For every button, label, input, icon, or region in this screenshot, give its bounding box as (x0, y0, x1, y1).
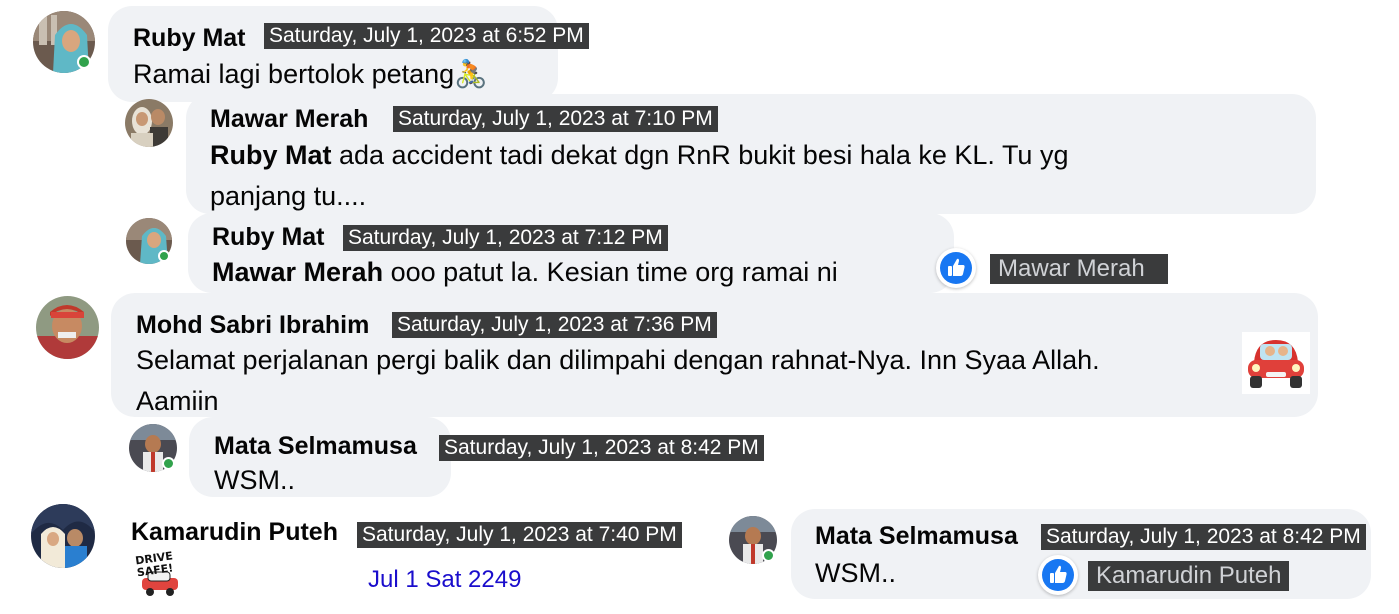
timestamp-tooltip: Saturday, July 1, 2023 at 7:12 PM (343, 225, 668, 251)
mention-tag[interactable]: Mawar Merah (212, 257, 383, 287)
commenter-name[interactable]: Kamarudin Puteh (131, 518, 338, 547)
online-indicator (762, 549, 775, 562)
thumbs-up-icon (1050, 565, 1067, 583)
commenter-name[interactable]: Mawar Merah (210, 105, 368, 134)
avatar[interactable] (125, 99, 173, 147)
commenter-name[interactable]: Mata Selmamusa (214, 432, 417, 461)
avatar[interactable] (36, 296, 99, 359)
mention-tag[interactable]: Ruby Mat (210, 140, 332, 170)
thumbs-up-icon (948, 258, 965, 276)
timestamp-tooltip: Saturday, July 1, 2023 at 6:52 PM (264, 23, 589, 49)
reaction-tooltip: Kamarudin Puteh (1088, 561, 1290, 591)
like-reaction[interactable] (936, 248, 976, 288)
avatar[interactable] (129, 424, 177, 472)
online-indicator (77, 55, 91, 69)
comment-text: Selamat perjalanan pergi balik dan dilim… (136, 345, 1100, 416)
comment-text: WSM.. (214, 465, 295, 495)
avatar[interactable] (729, 516, 777, 564)
reaction-tooltip: Mawar Merah (990, 254, 1168, 284)
like-reaction[interactable] (1038, 555, 1078, 595)
commenter-name[interactable]: Ruby Mat (212, 223, 325, 252)
avatar[interactable] (126, 218, 172, 264)
comment-text: Ruby Mat ada accident tadi dekat dgn RnR… (210, 140, 1069, 211)
timestamp-tooltip: Saturday, July 1, 2023 at 7:40 PM (357, 522, 682, 548)
comment-text: WSM.. (815, 558, 896, 588)
timestamp-tooltip: Saturday, July 1, 2023 at 7:10 PM (393, 106, 718, 132)
commenter-name[interactable]: Mohd Sabri Ibrahim (136, 311, 369, 340)
commenter-name[interactable]: Ruby Mat (133, 24, 246, 53)
timestamp-tooltip: Saturday, July 1, 2023 at 7:36 PM (392, 312, 717, 338)
drive-safe-sticker: DRIVE SAFE! (134, 549, 186, 602)
comment-text: Mawar Merah ooo patut la. Kesian time or… (212, 257, 838, 287)
online-indicator (158, 250, 170, 262)
online-indicator (162, 457, 175, 470)
timestamp-tooltip: Saturday, July 1, 2023 at 8:42 PM (439, 435, 764, 461)
avatar[interactable] (31, 504, 95, 568)
avatar[interactable] (33, 11, 95, 73)
car-sticker (1242, 332, 1310, 394)
comment-text: Ramai lagi bertolok petang🚴 (133, 59, 488, 89)
timestamp-tooltip: Saturday, July 1, 2023 at 8:42 PM (1041, 524, 1366, 550)
cyclist-emoji: 🚴 (454, 59, 488, 89)
handwritten-annotation: Jul 1 Sat 2249 (368, 566, 522, 593)
commenter-name[interactable]: Mata Selmamusa (815, 522, 1018, 551)
